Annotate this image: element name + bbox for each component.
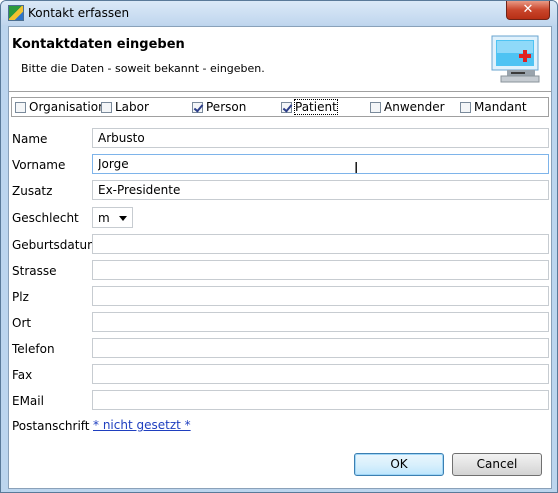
checkbox-box[interactable]	[281, 101, 292, 113]
strasse-field[interactable]	[92, 260, 549, 280]
plz-field[interactable]	[92, 286, 549, 306]
name-label: Name	[12, 132, 48, 146]
geschlecht-value: m	[98, 211, 110, 225]
header-title: Kontaktdaten eingeben	[12, 37, 185, 52]
postanschrift-link[interactable]: * nicht gesetzt *	[93, 418, 191, 432]
ok-button[interactable]: OK	[354, 453, 444, 476]
contact-type-bar: Organisation Labor Person Patient Anwend…	[11, 97, 549, 117]
checkbox-label: Organisation	[29, 100, 106, 114]
dialog-window: Kontakt erfassen ✕ Kontaktdaten eingeben…	[0, 0, 558, 493]
checkbox-organisation[interactable]: Organisation	[15, 100, 106, 114]
vorname-field[interactable]	[92, 154, 549, 174]
geburtsdatum-label: Geburtsdatum	[12, 238, 99, 252]
strasse-label: Strasse	[12, 264, 57, 278]
checkbox-label: Anwender	[384, 100, 445, 114]
email-label: EMail	[12, 394, 44, 408]
header-separator	[9, 91, 551, 92]
checkbox-box[interactable]	[101, 101, 112, 113]
fax-field[interactable]	[92, 364, 549, 384]
dialog-body: Kontaktdaten eingeben Bitte die Daten - …	[8, 26, 552, 489]
postanschrift-label: Postanschrift	[12, 419, 90, 433]
window-title: Kontakt erfassen	[28, 6, 130, 20]
close-button[interactable]: ✕	[506, 1, 550, 20]
zusatz-field[interactable]	[92, 180, 549, 200]
checkbox-labor[interactable]: Labor	[101, 100, 149, 114]
telefon-field[interactable]	[92, 338, 549, 358]
checkbox-anwender[interactable]: Anwender	[370, 100, 445, 114]
checkbox-box[interactable]	[370, 101, 381, 113]
geburtsdatum-field[interactable]	[92, 234, 549, 254]
ort-label: Ort	[12, 316, 32, 330]
checkbox-person[interactable]: Person	[192, 100, 246, 114]
ort-field[interactable]	[92, 312, 549, 332]
checkbox-box[interactable]	[460, 101, 471, 113]
zusatz-label: Zusatz	[12, 184, 53, 198]
checkbox-box[interactable]	[15, 101, 26, 113]
geschlecht-select[interactable]: m	[92, 207, 133, 228]
checkbox-patient[interactable]: Patient	[281, 99, 338, 115]
checkbox-label: Person	[206, 100, 247, 114]
chevron-down-icon[interactable]	[119, 216, 127, 221]
name-field[interactable]	[92, 128, 549, 148]
header-subtitle: Bitte die Daten - soweit bekannt - einge…	[21, 62, 265, 75]
monitor-add-icon	[491, 35, 540, 83]
vorname-label: Vorname	[12, 158, 66, 172]
app-icon	[8, 5, 24, 21]
plz-label: Plz	[12, 290, 29, 304]
geschlecht-label: Geschlecht	[12, 211, 79, 225]
checkbox-label: Patient	[294, 99, 338, 115]
text-cursor-icon: I	[354, 159, 359, 177]
header-area: Kontaktdaten eingeben Bitte die Daten - …	[9, 27, 551, 91]
telefon-label: Telefon	[12, 342, 55, 356]
email-field[interactable]	[92, 390, 549, 410]
cancel-button[interactable]: Cancel	[452, 453, 542, 476]
title-bar[interactable]: Kontakt erfassen ✕	[1, 1, 557, 25]
checkbox-label: Labor	[115, 100, 149, 114]
checkbox-mandant[interactable]: Mandant	[460, 100, 527, 114]
fax-label: Fax	[12, 368, 33, 382]
checkbox-box[interactable]	[192, 101, 203, 113]
checkbox-label: Mandant	[474, 100, 527, 114]
